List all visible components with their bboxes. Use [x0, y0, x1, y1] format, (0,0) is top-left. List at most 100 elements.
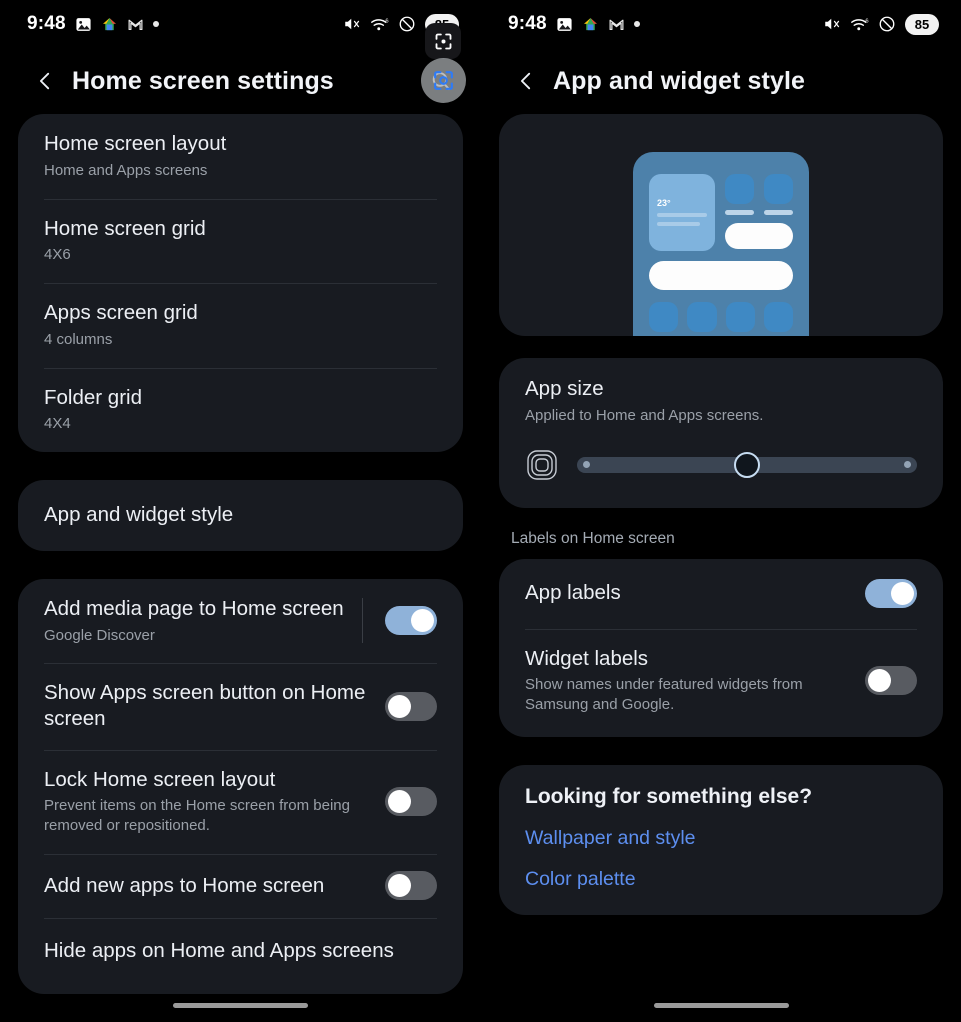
- gmail-icon: [128, 19, 143, 30]
- status-bar-left: 9:48: [508, 13, 640, 35]
- page-title: App and widget style: [553, 66, 806, 95]
- gesture-pill[interactable]: [653, 1002, 789, 1008]
- row-title: App labels: [525, 581, 621, 605]
- preview-weather-temp: 23°: [657, 198, 671, 208]
- dual-screenshot-container: 9:48 6 85 Home screen settings: [0, 0, 961, 1022]
- google-lens-icon[interactable]: [421, 58, 466, 103]
- photos-icon: [76, 17, 91, 31]
- mute-icon: [825, 18, 840, 30]
- home-screen-preview-illustration: 23°: [499, 114, 943, 336]
- row-title: Lock Home screen layout: [44, 767, 276, 791]
- app-size-slider-row: [499, 426, 943, 508]
- setting-lock-home-screen-layout[interactable]: Lock Home screen layout Prevent items on…: [18, 749, 463, 855]
- link-wallpaper-and-style[interactable]: Wallpaper and style: [525, 827, 917, 850]
- left-app-bar: Home screen settings: [0, 48, 481, 114]
- row-title: App and widget style: [44, 503, 234, 527]
- back-chevron-icon[interactable]: [28, 64, 62, 98]
- toggle-add-new-apps[interactable]: [385, 871, 437, 901]
- preview-phone-body: 23°: [633, 152, 809, 336]
- status-bar-left: 9:48: [27, 13, 159, 35]
- setting-apps-screen-grid[interactable]: Apps screen grid 4 columns: [18, 283, 463, 368]
- row-divider: [362, 597, 363, 644]
- toggle-show-apps-screen-button[interactable]: [385, 691, 437, 721]
- dot-icon: [152, 21, 159, 27]
- google-home-icon: [102, 17, 116, 30]
- gesture-navbar: [481, 988, 961, 1022]
- looking-for-something-else-card: Looking for something else? Wallpaper an…: [499, 765, 943, 916]
- page-title: Home screen settings: [72, 66, 334, 95]
- links-heading: Looking for something else?: [525, 785, 813, 809]
- status-bar-right: 6 85: [823, 13, 939, 35]
- toggle-add-media-page[interactable]: [385, 606, 437, 636]
- labels-card: App labels Widget labels Show names unde…: [499, 558, 943, 738]
- row-subtitle: Home and Apps screens: [44, 161, 208, 179]
- setting-hide-apps[interactable]: Hide apps on Home and Apps screens: [18, 918, 463, 994]
- row-subtitle: 4X6: [44, 246, 71, 264]
- status-bar: 9:48 6 85: [0, 0, 481, 48]
- row-subtitle: 4X4: [44, 415, 71, 433]
- do-not-disturb-icon: [399, 16, 415, 32]
- link-color-palette[interactable]: Color palette: [525, 868, 917, 891]
- left-content: Home screen layout Home and Apps screens…: [0, 114, 481, 994]
- app-size-title: App size: [525, 377, 604, 400]
- preview-app-icon: [725, 174, 754, 215]
- preview-widget-pill: [725, 223, 793, 249]
- row-subtitle: Show names under featured widgets from S…: [525, 676, 803, 714]
- mute-icon: [345, 18, 360, 30]
- setting-add-media-page[interactable]: Add media page to Home screen Google Dis…: [18, 579, 463, 664]
- right-content: App size Applied to Home and Apps screen…: [481, 358, 961, 508]
- row-title: Apps screen grid: [44, 301, 198, 325]
- grid-settings-card: Home screen layout Home and Apps screens…: [18, 114, 463, 453]
- wifi6-icon: 6: [851, 19, 869, 31]
- labels-section-header: Labels on Home screen: [511, 529, 675, 547]
- back-chevron-icon[interactable]: [509, 64, 543, 98]
- photos-icon: [557, 17, 572, 31]
- setting-home-screen-layout[interactable]: Home screen layout Home and Apps screens: [18, 114, 463, 199]
- wifi6-icon: 6: [371, 19, 389, 31]
- app-size-slider[interactable]: [577, 451, 917, 478]
- preview-search-pill: [649, 261, 793, 290]
- screenshot-crop-icon[interactable]: [425, 23, 461, 59]
- right-app-bar: App and widget style: [481, 48, 961, 114]
- row-subtitle: 4 columns: [44, 330, 113, 348]
- toggle-widget-labels[interactable]: [865, 665, 917, 695]
- row-title: Show Apps screen button on Home screen: [44, 681, 366, 731]
- status-bar: 9:48 6 85: [481, 0, 961, 48]
- app-widget-style-card[interactable]: App and widget style: [18, 480, 463, 551]
- gmail-icon: [609, 19, 624, 30]
- app-size-card: App size Applied to Home and Apps screen…: [499, 358, 943, 508]
- setting-app-labels[interactable]: App labels: [499, 559, 943, 629]
- row-title: Widget labels: [525, 646, 649, 670]
- row-subtitle: Google Discover: [44, 626, 155, 644]
- setting-show-apps-screen-button[interactable]: Show Apps screen button on Home screen: [18, 663, 463, 749]
- home-screen-toggles-card: Add media page to Home screen Google Dis…: [18, 578, 463, 994]
- right-phone-screen: 9:48 6 85 App and widget style 23° App s…: [481, 0, 961, 1022]
- preview-weather-widget: 23°: [649, 174, 715, 251]
- row-title: Hide apps on Home and Apps screens: [44, 939, 394, 963]
- setting-add-new-apps[interactable]: Add new apps to Home screen: [18, 854, 463, 918]
- gesture-pill[interactable]: [173, 1002, 308, 1008]
- setting-folder-grid[interactable]: Folder grid 4X4: [18, 367, 463, 453]
- row-subtitle: Prevent items on the Home screen from be…: [44, 797, 350, 835]
- row-title: Home screen layout: [44, 132, 227, 155]
- dot-icon: [633, 21, 640, 27]
- row-title: Add new apps to Home screen: [44, 873, 325, 897]
- do-not-disturb-icon: [879, 16, 895, 32]
- slider-tick-min: [583, 461, 590, 469]
- gesture-navbar: [0, 988, 481, 1022]
- app-size-subtitle: Applied to Home and Apps screens.: [525, 406, 764, 424]
- svg-text:6: 6: [865, 19, 868, 25]
- row-title: Folder grid: [44, 385, 142, 409]
- toggle-app-labels[interactable]: [865, 578, 917, 608]
- toggle-lock-home-screen-layout[interactable]: [385, 786, 437, 816]
- setting-home-screen-grid[interactable]: Home screen grid 4X6: [18, 198, 463, 284]
- left-phone-screen: 9:48 6 85 Home screen settings: [0, 0, 481, 1022]
- google-home-icon: [583, 17, 597, 30]
- preview-app-icon: [764, 174, 793, 215]
- setting-widget-labels[interactable]: Widget labels Show names under featured …: [499, 628, 943, 738]
- status-time: 9:48: [508, 13, 547, 34]
- app-size-icon: [527, 449, 557, 480]
- slider-thumb[interactable]: [734, 451, 760, 478]
- setting-app-and-widget-style[interactable]: App and widget style: [18, 480, 463, 551]
- svg-text:6: 6: [385, 19, 388, 25]
